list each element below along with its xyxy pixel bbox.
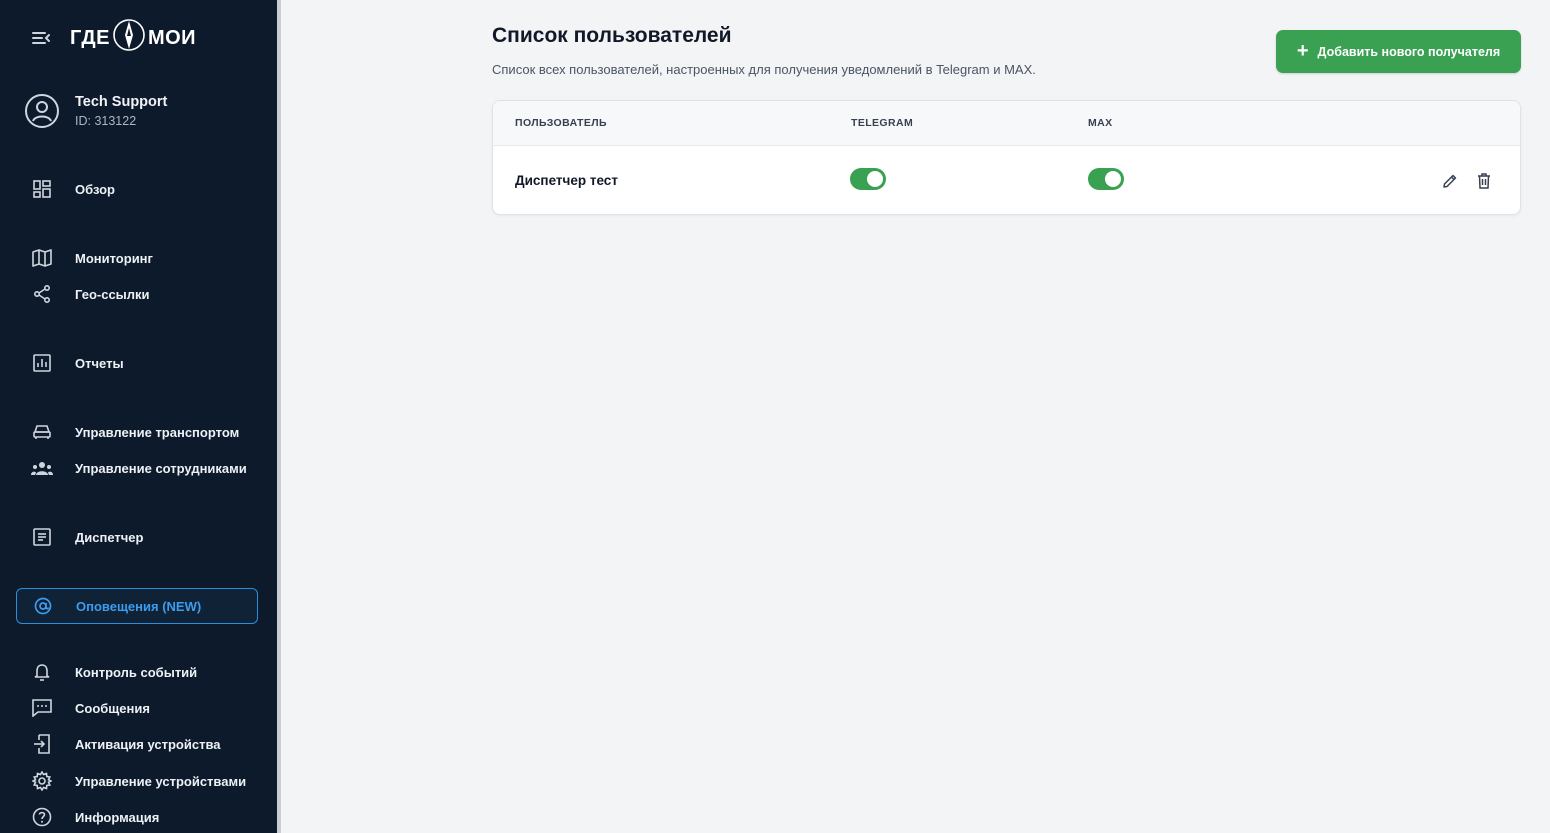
dashboard-icon — [31, 178, 53, 200]
sidebar-item-dispatcher[interactable]: Диспетчер — [16, 519, 258, 555]
sidebar-item-transport[interactable]: Управление транспортом — [16, 414, 258, 450]
add-recipient-label: Добавить нового получателя — [1317, 44, 1501, 59]
logo-text-left: ГДЕ — [70, 26, 110, 49]
sidebar-item-employees[interactable]: Управление сотрудниками — [16, 450, 258, 486]
menu-collapse-icon[interactable] — [30, 27, 52, 49]
column-header-max: MAX — [1088, 117, 1113, 129]
profile-id: ID: 313122 — [75, 114, 137, 128]
sidebar-item-label: Диспетчер — [75, 529, 144, 545]
gear-icon — [31, 770, 53, 792]
page-subtitle: Список всех пользователей, настроенных д… — [492, 62, 1036, 77]
table-header: ПОЛЬЗОВАТЕЛЬ TELEGRAM MAX — [493, 101, 1520, 146]
column-header-user: ПОЛЬЗОВАТЕЛЬ — [515, 117, 607, 129]
user-profile[interactable]: Tech Support ID: 313122 — [24, 93, 167, 129]
map-icon — [31, 247, 53, 269]
avatar-icon — [24, 93, 60, 129]
sidebar-item-overview[interactable]: Обзор — [16, 171, 258, 207]
sidebar-item-label: Управление транспортом — [75, 424, 240, 440]
people-icon — [31, 457, 53, 479]
logo-compass-icon — [112, 18, 146, 58]
bell-icon — [31, 661, 53, 683]
sidebar: ГДЕ МОИ Tech Support ID: 313122 Обзор Мо… — [0, 0, 277, 833]
chat-icon — [31, 697, 53, 719]
sidebar-item-label: Мониторинг — [75, 250, 153, 266]
sidebar-item-label: Отчеты — [75, 355, 124, 371]
user-name-cell: Диспетчер тест — [515, 173, 618, 188]
device-login-icon — [31, 733, 53, 755]
telegram-toggle[interactable] — [850, 168, 886, 190]
toggle-knob — [867, 171, 883, 187]
sidebar-item-label: Сообщения — [75, 700, 150, 716]
add-recipient-button[interactable]: + Добавить нового получателя — [1276, 30, 1521, 73]
sidebar-item-label: Активация устройства — [75, 736, 221, 752]
column-header-telegram: TELEGRAM — [851, 117, 914, 129]
max-toggle[interactable] — [1088, 168, 1124, 190]
sidebar-item-device-activation[interactable]: Активация устройства — [16, 726, 258, 762]
sidebar-item-label: Управление сотрудниками — [75, 460, 247, 476]
sidebar-item-device-management[interactable]: Управление устройствами — [16, 763, 258, 799]
sidebar-item-label: Гео-ссылки — [75, 286, 150, 302]
logo-text-right: МОИ — [147, 26, 197, 49]
report-chart-icon — [31, 352, 53, 374]
sidebar-item-monitoring[interactable]: Мониторинг — [16, 240, 258, 276]
sidebar-item-reports[interactable]: Отчеты — [16, 345, 258, 381]
profile-name: Tech Support — [75, 94, 168, 110]
table-row: Диспетчер тест — [493, 146, 1520, 214]
sidebar-item-event-control[interactable]: Контроль событий — [16, 654, 258, 690]
delete-trash-icon[interactable] — [1474, 171, 1494, 191]
sidebar-item-information[interactable]: Информация — [16, 799, 258, 833]
help-circle-icon — [31, 806, 53, 828]
sidebar-item-label: Информация — [75, 809, 160, 825]
plus-icon: + — [1296, 39, 1309, 62]
sidebar-header: ГДЕ МОИ — [30, 18, 196, 58]
document-icon — [31, 526, 53, 548]
sidebar-item-label: Обзор — [75, 181, 115, 197]
sidebar-border — [277, 0, 281, 833]
sidebar-item-label: Контроль событий — [75, 664, 198, 680]
sidebar-item-label: Управление устройствами — [75, 773, 247, 789]
share-icon — [31, 283, 53, 305]
sidebar-item-geo-links[interactable]: Гео-ссылки — [16, 276, 258, 312]
sidebar-item-label: Оповещения (NEW) — [76, 598, 202, 614]
car-icon — [31, 421, 53, 443]
toggle-knob — [1105, 171, 1121, 187]
users-table: ПОЛЬЗОВАТЕЛЬ TELEGRAM MAX Диспетчер тест — [492, 100, 1521, 215]
sidebar-item-messages[interactable]: Сообщения — [16, 690, 258, 726]
app-logo[interactable]: ГДЕ МОИ — [70, 18, 196, 58]
edit-pencil-icon[interactable] — [1440, 171, 1460, 191]
at-sign-icon — [32, 595, 54, 617]
page-title: Список пользователей — [492, 24, 732, 47]
sidebar-item-notifications[interactable]: Оповещения (NEW) — [16, 588, 258, 624]
